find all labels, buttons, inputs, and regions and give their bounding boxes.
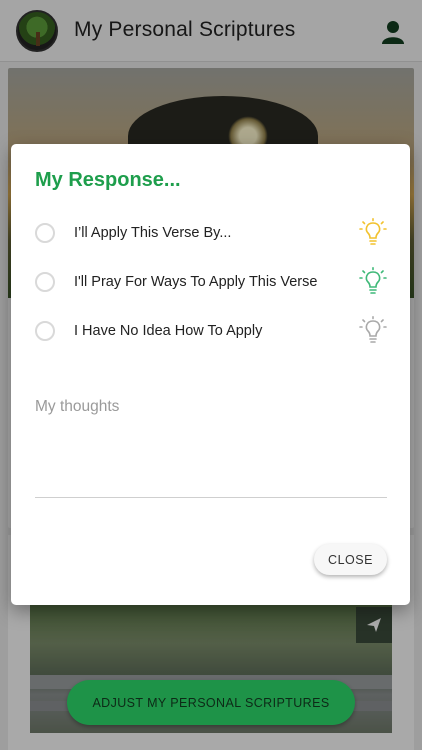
thoughts-input[interactable] (35, 394, 387, 498)
lightbulb-green-icon (359, 267, 387, 294)
dialog-title: My Response... (35, 169, 181, 191)
adjust-scriptures-button[interactable]: ADJUST MY PERSONAL SCRIPTURES (67, 680, 355, 725)
option-label[interactable]: I Have No Idea How To Apply (74, 323, 359, 339)
option-label[interactable]: I'll Pray For Ways To Apply This Verse (74, 274, 359, 290)
option-label[interactable]: I’ll Apply This Verse By... (74, 225, 359, 241)
radio-button[interactable] (35, 321, 55, 341)
option-no-idea[interactable]: I Have No Idea How To Apply (35, 314, 387, 348)
lightbulb-yellow-icon (359, 218, 387, 245)
radio-button[interactable] (35, 272, 55, 292)
option-pray-for-ways[interactable]: I'll Pray For Ways To Apply This Verse (35, 265, 387, 299)
radio-button[interactable] (35, 223, 55, 243)
response-dialog: My Response... I’ll Apply This Verse By.… (11, 144, 410, 605)
close-button[interactable]: CLOSE (314, 544, 387, 575)
option-apply-verse[interactable]: I’ll Apply This Verse By... (35, 216, 387, 250)
lightbulb-gray-icon (359, 316, 387, 343)
